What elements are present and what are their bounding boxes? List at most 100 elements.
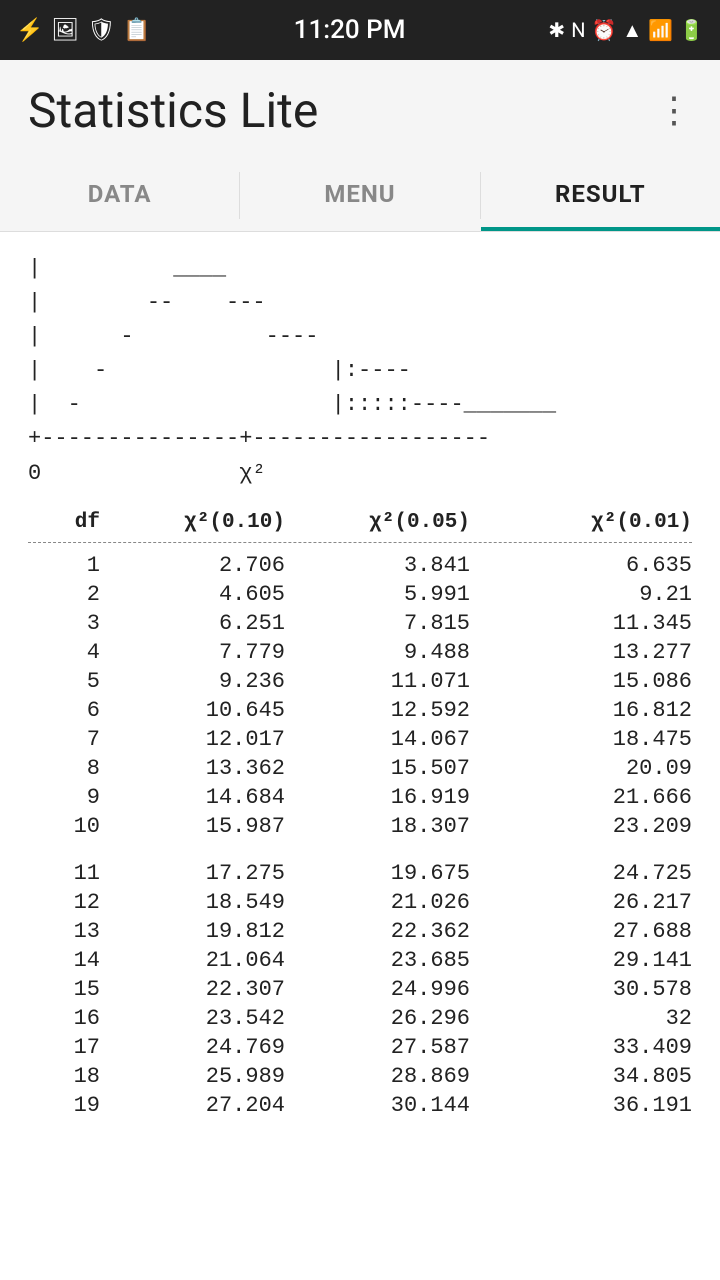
- col-header-001: χ²(0.01): [478, 511, 692, 534]
- table-row: 1522.30724.99630.578: [28, 975, 692, 1004]
- table-cell-15-0: 15: [28, 977, 108, 1002]
- table-cell-14-1: 21.064: [108, 948, 293, 973]
- table-cell-4-0: 5: [28, 669, 108, 694]
- table-cell-9-2: 18.307: [293, 814, 478, 839]
- table-cell-6-2: 14.067: [293, 727, 478, 752]
- tab-data[interactable]: DATA: [0, 160, 239, 231]
- table-cell-15-3: 30.578: [478, 977, 692, 1002]
- table-body: 12.7063.8416.63524.6055.9919.2136.2517.8…: [28, 551, 692, 1120]
- table-cell-0-2: 3.841: [293, 553, 478, 578]
- battery-icon: 🔋: [679, 18, 704, 42]
- table-cell-4-2: 11.071: [293, 669, 478, 694]
- table-cell-14-0: 14: [28, 948, 108, 973]
- table-row: 24.6055.9919.21: [28, 580, 692, 609]
- table-cell-19-2: 30.144: [293, 1093, 478, 1118]
- table-row: 1319.81222.36227.688: [28, 917, 692, 946]
- bluetooth-icon: ✱: [548, 18, 565, 42]
- content-area: | ____ | -- --- | - ---- | - |:---- | - …: [0, 232, 720, 1280]
- col-header-df: df: [28, 511, 108, 534]
- app-title: Statistics Lite: [28, 82, 318, 139]
- table-cell-9-0: 10: [28, 814, 108, 839]
- table-cell-3-2: 9.488: [293, 640, 478, 665]
- table-cell-17-0: 17: [28, 1035, 108, 1060]
- table-cell-16-1: 23.542: [108, 1006, 293, 1031]
- table-row: 712.01714.06718.475: [28, 725, 692, 754]
- table-cell-2-2: 7.815: [293, 611, 478, 636]
- app-bar: Statistics Lite ⋮: [0, 60, 720, 160]
- table-cell-17-3: 33.409: [478, 1035, 692, 1060]
- table-cell-11-1: 17.275: [108, 861, 293, 886]
- table-cell-11-3: 24.725: [478, 861, 692, 886]
- chi-squared-table: df χ²(0.10) χ²(0.05) χ²(0.01) 12.7063.84…: [28, 511, 692, 1120]
- chi-squared-chart: | ____ | -- --- | - ---- | - |:---- | - …: [28, 252, 692, 491]
- table-cell-16-3: 32: [478, 1006, 692, 1031]
- table-cell-12-1: 18.549: [108, 890, 293, 915]
- table-cell-17-1: 24.769: [108, 1035, 293, 1060]
- table-cell-19-3: 36.191: [478, 1093, 692, 1118]
- wifi-icon: ▲: [622, 18, 642, 43]
- tab-bar: DATA MENU RESULT: [0, 160, 720, 232]
- table-cell-9-3: 23.209: [478, 814, 692, 839]
- table-cell-11-2: 19.675: [293, 861, 478, 886]
- table-cell-19-0: 19: [28, 1093, 108, 1118]
- table-cell-11-0: 11: [28, 861, 108, 886]
- table-cell-0-0: 1: [28, 553, 108, 578]
- table-cell-2-1: 6.251: [108, 611, 293, 636]
- table-row: 12.7063.8416.635: [28, 551, 692, 580]
- table-cell-17-2: 27.587: [293, 1035, 478, 1060]
- shield-icon: 🛡: [87, 18, 115, 43]
- table-cell-0-3: 6.635: [478, 553, 692, 578]
- table-cell-18-0: 18: [28, 1064, 108, 1089]
- table-row-spacer: [28, 841, 692, 859]
- table-cell-13-2: 22.362: [293, 919, 478, 944]
- table-cell-4-1: 9.236: [108, 669, 293, 694]
- table-cell-19-1: 27.204: [108, 1093, 293, 1118]
- overflow-menu-button[interactable]: ⋮: [656, 89, 692, 131]
- table-cell-16-0: 16: [28, 1006, 108, 1031]
- table-row: 1421.06423.68529.141: [28, 946, 692, 975]
- table-cell-12-0: 12: [28, 890, 108, 915]
- table-cell-6-0: 7: [28, 727, 108, 752]
- table-cell-9-1: 15.987: [108, 814, 293, 839]
- tab-menu[interactable]: MENU: [240, 160, 479, 231]
- signal-icon: 📶: [648, 18, 673, 42]
- table-cell-5-2: 12.592: [293, 698, 478, 723]
- table-cell-2-3: 11.345: [478, 611, 692, 636]
- table-row: 59.23611.07115.086: [28, 667, 692, 696]
- table-cell-13-1: 19.812: [108, 919, 293, 944]
- table-cell-6-1: 12.017: [108, 727, 293, 752]
- table-cell-8-3: 21.666: [478, 785, 692, 810]
- table-cell-5-1: 10.645: [108, 698, 293, 723]
- table-cell-1-3: 9.21: [478, 582, 692, 607]
- table-row: 1218.54921.02626.217: [28, 888, 692, 917]
- table-cell-3-3: 13.277: [478, 640, 692, 665]
- table-cell-2-0: 3: [28, 611, 108, 636]
- table-cell-7-3: 20.09: [478, 756, 692, 781]
- status-bar: ⚡ 🖼 🛡 📋 11:20 PM ✱ N ⏰ ▲ 📶 🔋: [0, 0, 720, 60]
- table-cell-18-1: 25.989: [108, 1064, 293, 1089]
- table-row: 36.2517.81511.345: [28, 609, 692, 638]
- table-cell-4-3: 15.086: [478, 669, 692, 694]
- table-cell-15-2: 24.996: [293, 977, 478, 1002]
- table-row: 914.68416.91921.666: [28, 783, 692, 812]
- col-header-005: χ²(0.05): [293, 511, 478, 534]
- table-row: 1724.76927.58733.409: [28, 1033, 692, 1062]
- table-cell-5-0: 6: [28, 698, 108, 723]
- table-cell-1-0: 2: [28, 582, 108, 607]
- table-row: 1015.98718.30723.209: [28, 812, 692, 841]
- table-cell-1-2: 5.991: [293, 582, 478, 607]
- tab-result[interactable]: RESULT: [481, 160, 720, 231]
- col-header-010: χ²(0.10): [108, 511, 293, 534]
- usb-icon: ⚡: [16, 18, 43, 43]
- status-icons-left: ⚡ 🖼 🛡 📋: [16, 18, 151, 43]
- status-icons-right: ✱ N ⏰ ▲ 📶 🔋: [548, 18, 704, 43]
- clipboard-icon: 📋: [123, 18, 150, 43]
- table-cell-7-0: 8: [28, 756, 108, 781]
- nfc-icon: N: [571, 18, 585, 42]
- table-cell-8-1: 14.684: [108, 785, 293, 810]
- table-cell-7-2: 15.507: [293, 756, 478, 781]
- table-cell-3-1: 7.779: [108, 640, 293, 665]
- table-cell-12-3: 26.217: [478, 890, 692, 915]
- image-icon: 🖼: [51, 18, 79, 43]
- table-cell-16-2: 26.296: [293, 1006, 478, 1031]
